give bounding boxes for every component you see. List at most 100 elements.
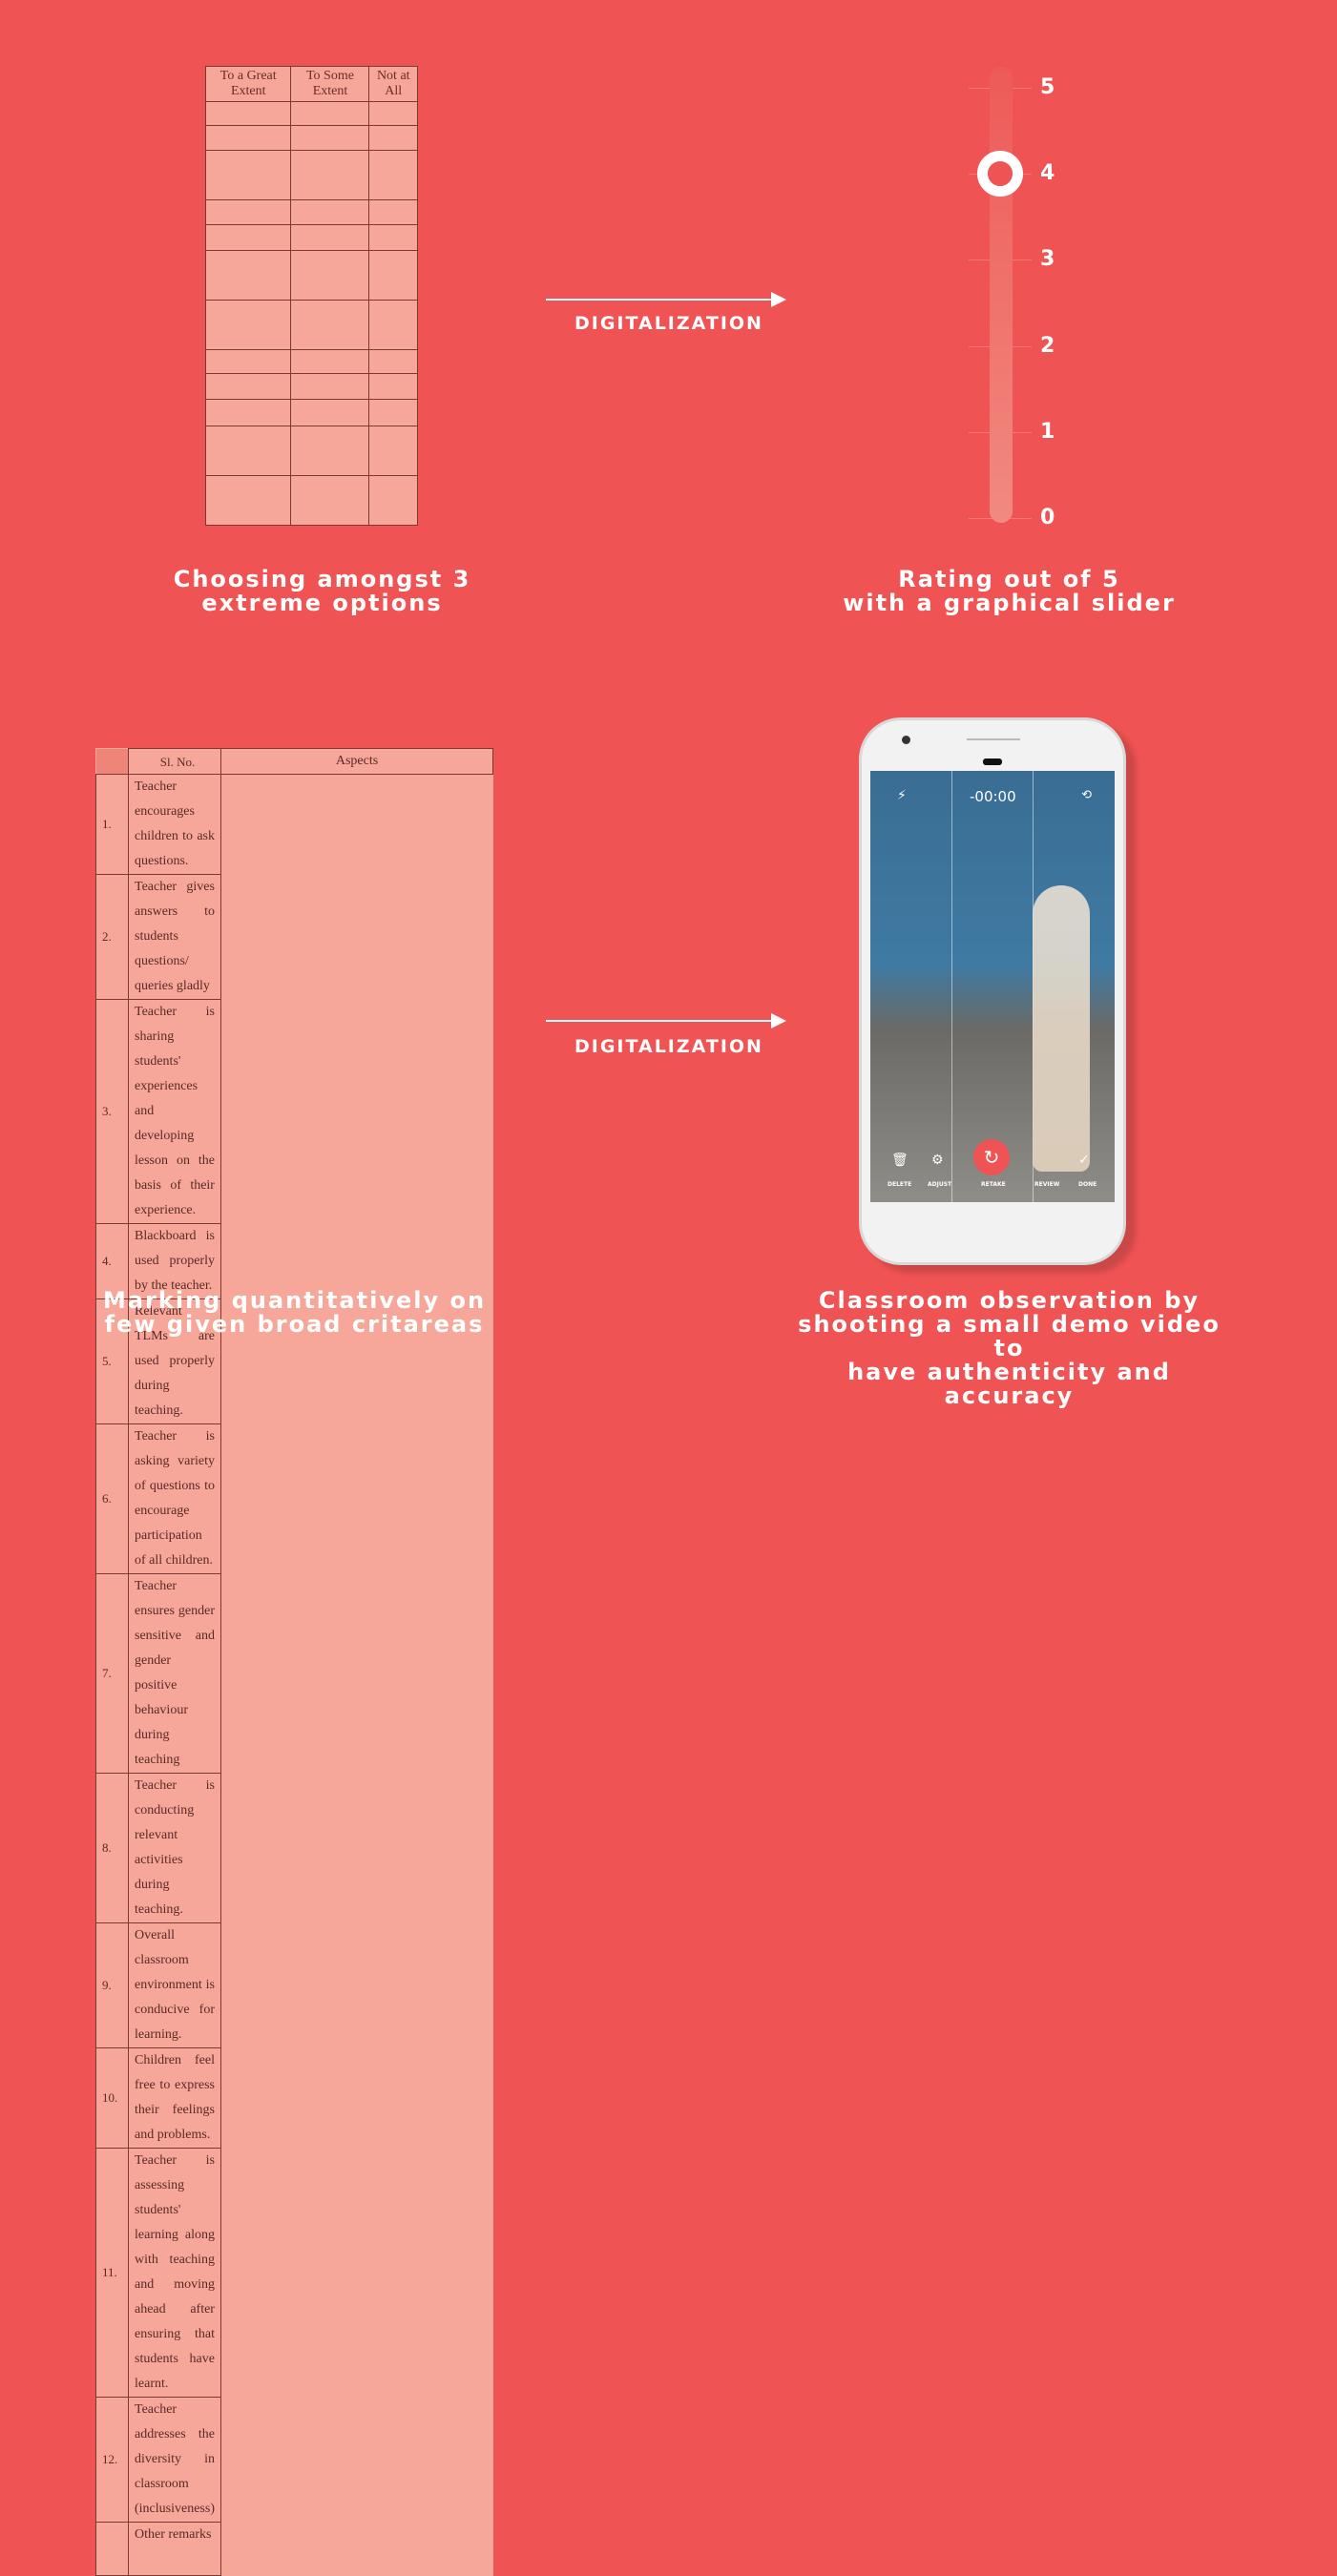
empty-cell[interactable]: [204, 399, 292, 426]
header-some: To Some Extent: [290, 66, 370, 102]
switch-camera-icon[interactable]: ⟲: [1081, 788, 1092, 802]
table-row: 1. Teacher encourages children to ask que…: [95, 774, 493, 875]
aspect-text: Teacher is assessing students' learning …: [128, 2148, 221, 2398]
row-number: 11.: [95, 2148, 129, 2398]
caption-panel2: Rating out of 5 with a graphical slider: [843, 566, 1176, 616]
timer: -00:00: [970, 788, 1016, 805]
table-row: Other remarks: [95, 2522, 493, 2576]
video-screen[interactable]: ⚡ -00:00 ⟲ ↻ 🗑 ⚙ ✓ DELETE ADJUST RETAKE …: [870, 771, 1115, 1202]
aspect-text: Teacher addresses the diversity in class…: [128, 2397, 221, 2523]
row-number: 10.: [95, 2047, 129, 2149]
aspects-table: Sl. No. Aspects 1. Teacher encourages chil…: [95, 748, 494, 2576]
table-row: [204, 300, 418, 350]
empty-cell[interactable]: [290, 125, 370, 151]
adjust-icon[interactable]: ⚙: [931, 1153, 944, 1168]
row-number: 6.: [95, 1423, 129, 1574]
table-row: [204, 150, 418, 200]
row-number: 1.: [95, 774, 129, 875]
empty-cell[interactable]: [368, 150, 418, 200]
empty-cell[interactable]: [368, 101, 418, 126]
empty-cell[interactable]: [368, 475, 418, 526]
adjust-label: ADJUST: [928, 1181, 952, 1188]
empty-cell[interactable]: [290, 426, 370, 476]
aspect-text: Children feel free to express their feel…: [128, 2047, 221, 2149]
table-row: [204, 224, 418, 251]
aspect-text: Teacher encourages children to ask quest…: [128, 774, 221, 875]
table-row: [204, 250, 418, 301]
slider-label: 2: [1040, 333, 1055, 358]
empty-cell[interactable]: [368, 224, 418, 251]
aspect-text: Overall classroom environment is conduci…: [128, 1922, 221, 2048]
delete-icon[interactable]: 🗑: [891, 1153, 909, 1168]
empty-cell[interactable]: [290, 399, 370, 426]
slider-label: 5: [1040, 75, 1055, 99]
empty-cell[interactable]: [290, 101, 370, 126]
speaker-grille: [967, 738, 1020, 740]
aspect-text: Teacher is conducting relevant activitie…: [128, 1773, 221, 1923]
empty-cell[interactable]: [204, 101, 292, 126]
row-number: [95, 2522, 129, 2576]
empty-cell[interactable]: [368, 250, 418, 301]
empty-cell[interactable]: [204, 125, 292, 151]
empty-cell[interactable]: [290, 150, 370, 200]
table-row: [204, 426, 418, 476]
table-row: 2. Teacher gives answers to students ques…: [95, 874, 493, 1000]
empty-cell[interactable]: [368, 349, 418, 374]
empty-cell[interactable]: [204, 150, 292, 200]
digitalization-label: DIGITALIZATION: [574, 313, 763, 334]
done-icon[interactable]: ✓: [1078, 1153, 1090, 1168]
empty-cell[interactable]: [290, 373, 370, 400]
aspect-text: Teacher gives answers to students questi…: [128, 874, 221, 1000]
empty-cell[interactable]: [204, 426, 292, 476]
caption-panel1: Choosing amongst 3 extreme options: [173, 566, 471, 616]
slider-label: 4: [1040, 161, 1055, 186]
aspect-text: Teacher is asking variety of questions t…: [128, 1423, 221, 1574]
empty-cell[interactable]: [204, 250, 292, 301]
empty-cell[interactable]: [368, 399, 418, 426]
digitalization-label: DIGITALIZATION: [574, 1036, 763, 1057]
empty-cell[interactable]: [290, 250, 370, 301]
three-option-table: To a Great Extent To Some Extent Not at Al…: [204, 66, 418, 526]
empty-cell[interactable]: [204, 475, 292, 526]
empty-cell[interactable]: [368, 300, 418, 350]
slider-knob[interactable]: [977, 151, 1023, 197]
table-row: 10. Children feel free to express their f…: [95, 2047, 493, 2149]
empty-cell[interactable]: [290, 199, 370, 225]
row-number: 12.: [95, 2397, 129, 2523]
aspect-text: Teacher is sharing students' experiences…: [128, 999, 221, 1224]
teacher-figure: [1033, 885, 1090, 1172]
empty-cell[interactable]: [368, 125, 418, 151]
table-row: [204, 349, 418, 374]
empty-cell[interactable]: [290, 475, 370, 526]
table-row: 3. Teacher is sharing students' experienc…: [95, 999, 493, 1224]
table-row: 7. Teacher ensures gender sensitive and g…: [95, 1573, 493, 1774]
slider-label: 3: [1040, 247, 1055, 272]
empty-cell[interactable]: [368, 199, 418, 225]
empty-cell[interactable]: [204, 300, 292, 350]
empty-cell[interactable]: [368, 373, 418, 400]
empty-cell[interactable]: [204, 373, 292, 400]
header-slno: Sl. No.: [128, 748, 221, 775]
empty-cell[interactable]: [204, 224, 292, 251]
slider-track[interactable]: [990, 67, 1013, 523]
empty-cell[interactable]: [368, 426, 418, 476]
empty-cell[interactable]: [204, 199, 292, 225]
done-label: DONE: [1078, 1181, 1097, 1188]
row-number: 3.: [95, 999, 129, 1224]
empty-cell[interactable]: [290, 224, 370, 251]
flash-icon[interactable]: ⚡: [897, 788, 907, 803]
empty-cell[interactable]: [290, 300, 370, 350]
table-row: [204, 199, 418, 225]
row-number: 8.: [95, 1773, 129, 1923]
empty-cell[interactable]: [290, 349, 370, 374]
aspect-text: Teacher ensures gender sensitive and gen…: [128, 1573, 221, 1774]
caption-panel3: Marking quantitatively on few given broad…: [102, 1287, 487, 1338]
table-row: [204, 125, 418, 151]
row-number: 7.: [95, 1573, 129, 1774]
empty-cell[interactable]: [204, 349, 292, 374]
table-row: [204, 101, 418, 126]
table-row: 12. Teacher addresses the diversity in cl…: [95, 2397, 493, 2523]
delete-label: DELETE: [888, 1181, 912, 1188]
slider-label: 0: [1040, 506, 1055, 530]
retake-button[interactable]: ↻: [973, 1139, 1010, 1175]
